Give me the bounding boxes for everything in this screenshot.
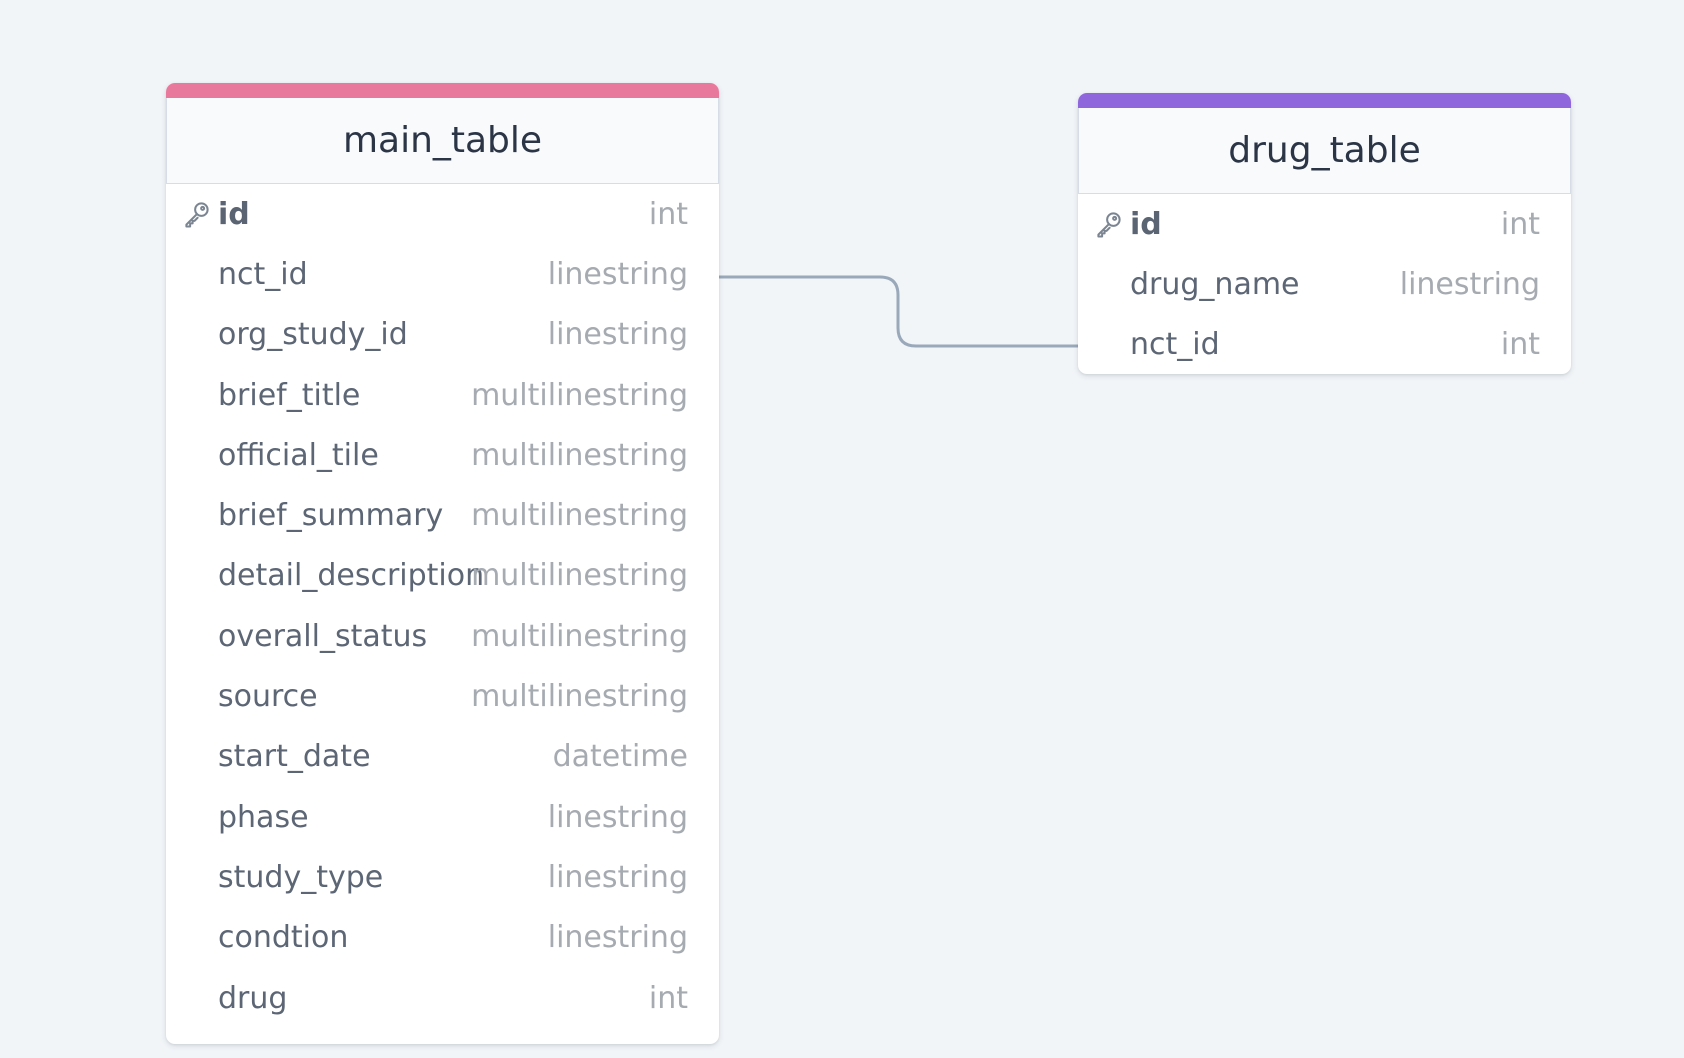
table-row[interactable]: source multilinestring xyxy=(166,666,719,726)
column-name: nct_id xyxy=(218,256,308,292)
column-name: id xyxy=(218,196,250,232)
table-title: drug_table xyxy=(1228,130,1421,171)
column-type: multilinestring xyxy=(471,498,688,534)
column-type: linestring xyxy=(547,256,688,292)
column-type: multilinestring xyxy=(471,558,688,594)
key-icon xyxy=(182,199,212,229)
key-icon xyxy=(1094,209,1124,239)
table-accent-bar xyxy=(166,83,719,98)
table-row[interactable]: study_type linestring xyxy=(166,847,719,907)
table-row[interactable]: id int xyxy=(1078,194,1571,254)
column-name: drug xyxy=(218,980,288,1016)
column-type: multilinestring xyxy=(471,377,688,413)
main-table[interactable]: main_table id int nct_id linestring org_stud… xyxy=(166,83,719,1044)
table-row[interactable]: detail_description multilinestring xyxy=(166,546,719,606)
table-header[interactable]: drug_table xyxy=(1078,108,1571,194)
table-row[interactable]: condtion linestring xyxy=(166,908,719,968)
table-header[interactable]: main_table xyxy=(166,98,719,184)
column-type: linestring xyxy=(547,859,688,895)
column-name: nct_id xyxy=(1130,326,1220,362)
table-row[interactable]: official_tile multilinestring xyxy=(166,425,719,485)
diagram-canvas: main_table id int nct_id linestring org_stud… xyxy=(0,0,1684,1058)
table-row[interactable]: phase linestring xyxy=(166,787,719,847)
column-name: overall_status xyxy=(218,618,428,654)
table-row[interactable]: drug int xyxy=(166,968,719,1028)
column-type: int xyxy=(648,196,688,232)
column-type: linestring xyxy=(547,920,688,956)
table-columns: id int nct_id linestring org_study_id linestr… xyxy=(166,184,719,1044)
column-name: phase xyxy=(218,799,309,835)
column-name: study_type xyxy=(218,859,384,895)
relationship-connector[interactable] xyxy=(719,275,1078,348)
column-name: brief_title xyxy=(218,377,361,413)
column-name: org_study_id xyxy=(218,317,408,353)
column-type: linestring xyxy=(1399,266,1540,302)
table-row[interactable]: nct_id linestring xyxy=(166,244,719,304)
column-type: int xyxy=(1500,326,1540,362)
column-name: start_date xyxy=(218,739,371,775)
table-row[interactable]: id int xyxy=(166,184,719,244)
column-name: drug_name xyxy=(1130,266,1300,302)
column-type: int xyxy=(1500,206,1540,242)
table-title: main_table xyxy=(342,120,543,161)
column-name: id xyxy=(1130,206,1162,242)
column-type: linestring xyxy=(547,799,688,835)
column-type: multilinestring xyxy=(471,618,688,654)
column-name: official_tile xyxy=(218,437,379,473)
drug-table[interactable]: drug_table id int drug_name linestring nct_i… xyxy=(1078,93,1571,374)
table-accent-bar xyxy=(1078,93,1571,108)
table-row[interactable]: nct_id int xyxy=(1078,314,1571,374)
column-name: detail_description xyxy=(218,558,485,594)
table-row[interactable]: drug_name linestring xyxy=(1078,254,1571,314)
column-type: linestring xyxy=(547,317,688,353)
column-name: source xyxy=(218,679,318,715)
table-row[interactable]: org_study_id linestring xyxy=(166,305,719,365)
column-type: int xyxy=(648,980,688,1016)
table-row[interactable]: start_date datetime xyxy=(166,727,719,787)
column-type: multilinestring xyxy=(471,679,688,715)
table-row[interactable]: brief_title multilinestring xyxy=(166,365,719,425)
table-columns: id int drug_name linestring nct_id int xyxy=(1078,194,1571,374)
column-type: datetime xyxy=(552,739,688,775)
column-name: condtion xyxy=(218,920,349,956)
column-type: multilinestring xyxy=(471,437,688,473)
table-row[interactable]: overall_status multilinestring xyxy=(166,606,719,666)
table-row[interactable]: brief_summary multilinestring xyxy=(166,485,719,545)
column-name: brief_summary xyxy=(218,498,444,534)
